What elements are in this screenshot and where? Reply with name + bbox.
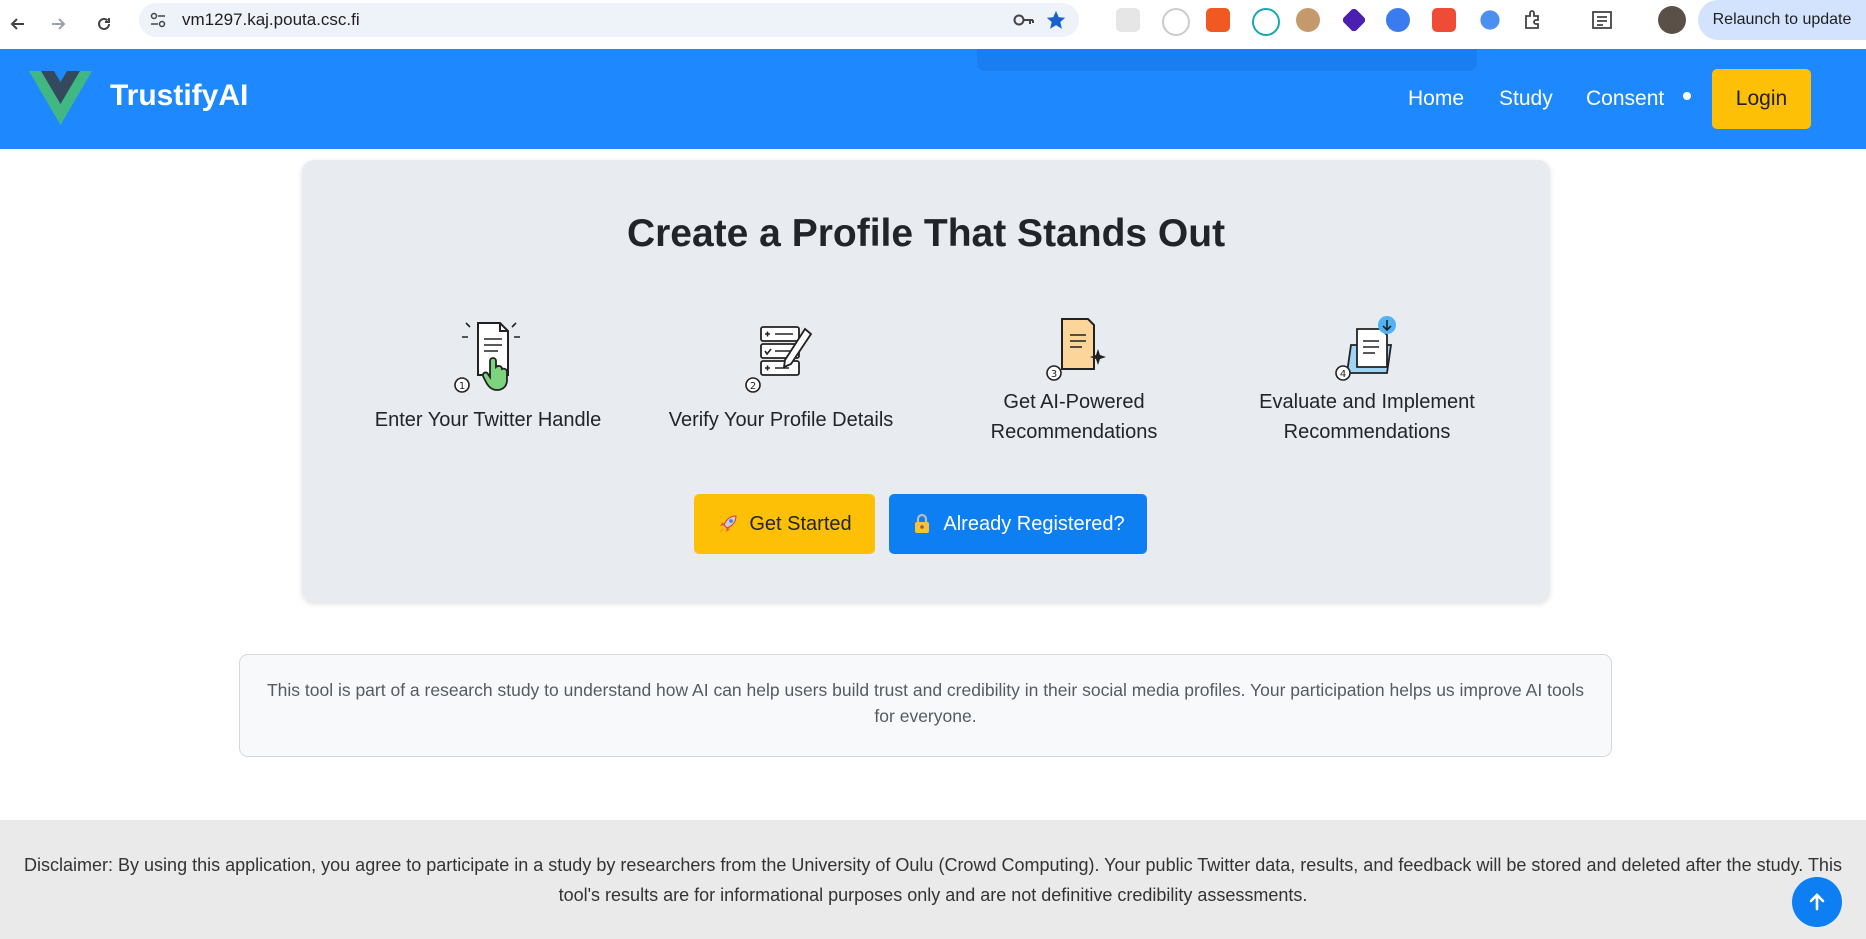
scroll-to-top-button[interactable] bbox=[1792, 877, 1842, 927]
browser-toolbar: vm1297.kaj.pouta.csc.fi Relaunch to upda… bbox=[0, 0, 1866, 50]
nav-dot-indicator bbox=[1683, 92, 1691, 100]
svg-text:2: 2 bbox=[750, 381, 756, 392]
step-label: Verify Your Profile Details bbox=[668, 409, 894, 431]
step-1: 1 Enter Your Twitter Handle bbox=[348, 315, 628, 435]
back-icon[interactable] bbox=[0, 6, 36, 42]
star-icon[interactable] bbox=[1045, 9, 1067, 31]
url-text: vm1297.kaj.pouta.csc.fi bbox=[182, 10, 360, 29]
reload-icon[interactable] bbox=[86, 6, 122, 42]
document-sparkle-icon: 3 bbox=[1046, 318, 1106, 381]
footer: Disclaimer: By using this application, y… bbox=[0, 820, 1866, 939]
navbar-overlay bbox=[977, 49, 1477, 71]
folder-download-icon: 4 bbox=[1335, 316, 1396, 381]
step-4: 4 Evaluate and Implement Recommendations bbox=[1227, 315, 1507, 447]
get-started-button[interactable]: Get Started bbox=[694, 494, 875, 554]
nav-link-study[interactable]: Study bbox=[1499, 87, 1553, 111]
arrow-up-icon bbox=[1809, 893, 1825, 911]
svg-text:4: 4 bbox=[1340, 369, 1346, 380]
rocket-icon bbox=[719, 515, 737, 533]
puzzle-icon[interactable] bbox=[1522, 8, 1546, 32]
step-2: 2 Verify Your Profile Details bbox=[641, 315, 921, 435]
key-icon[interactable] bbox=[1013, 11, 1035, 29]
already-registered-label: Already Registered? bbox=[943, 512, 1125, 535]
document-tap-icon: 1 bbox=[454, 322, 520, 393]
extension-icon[interactable] bbox=[1341, 7, 1367, 33]
step-label: Evaluate and Implement Recommendations bbox=[1259, 391, 1475, 443]
step-label: Get AI-Powered Recommendations bbox=[990, 391, 1158, 443]
step-label: Enter Your Twitter Handle bbox=[374, 409, 602, 431]
vue-logo-icon[interactable] bbox=[29, 71, 92, 125]
nav-link-home[interactable]: Home bbox=[1408, 87, 1464, 111]
extension-icon[interactable] bbox=[1296, 8, 1320, 32]
extension-icon[interactable] bbox=[1480, 10, 1500, 30]
extension-icon[interactable] bbox=[1206, 8, 1230, 32]
already-registered-button[interactable]: Already Registered? bbox=[889, 494, 1147, 554]
page-title: Create a Profile That Stands Out bbox=[626, 212, 1226, 255]
research-info-note: This tool is part of a research study to… bbox=[239, 654, 1612, 757]
svg-text:1: 1 bbox=[459, 381, 465, 392]
login-button[interactable]: Login bbox=[1712, 69, 1811, 129]
extension-icon[interactable] bbox=[1116, 8, 1140, 32]
extension-icon[interactable] bbox=[1252, 8, 1280, 36]
svg-text:3: 3 bbox=[1051, 369, 1057, 380]
disclaimer-text: Disclaimer: By using this application, y… bbox=[24, 855, 1842, 905]
get-started-label: Get Started bbox=[749, 512, 852, 535]
extension-icon[interactable] bbox=[1386, 8, 1410, 32]
lock-key-icon bbox=[915, 513, 930, 533]
nav-link-consent[interactable]: Consent bbox=[1586, 87, 1664, 111]
app-navbar: TrustifyAI Home Study Consent Login bbox=[0, 49, 1866, 149]
site-settings-icon[interactable] bbox=[149, 11, 167, 29]
brand-name[interactable]: TrustifyAI bbox=[110, 79, 248, 113]
checklist-pencil-icon: 2 bbox=[745, 326, 813, 393]
relaunch-button[interactable]: Relaunch to update bbox=[1698, 0, 1866, 40]
hero-card: Create a Profile That Stands Out 1 Enter… bbox=[302, 160, 1550, 602]
forward-icon[interactable] bbox=[40, 6, 76, 42]
extension-icon[interactable] bbox=[1162, 8, 1190, 36]
reading-list-icon[interactable] bbox=[1590, 8, 1614, 32]
extension-icon[interactable] bbox=[1432, 8, 1456, 32]
profile-avatar[interactable] bbox=[1658, 6, 1686, 34]
step-3: 3 Get AI-Powered Recommendations bbox=[934, 315, 1214, 447]
